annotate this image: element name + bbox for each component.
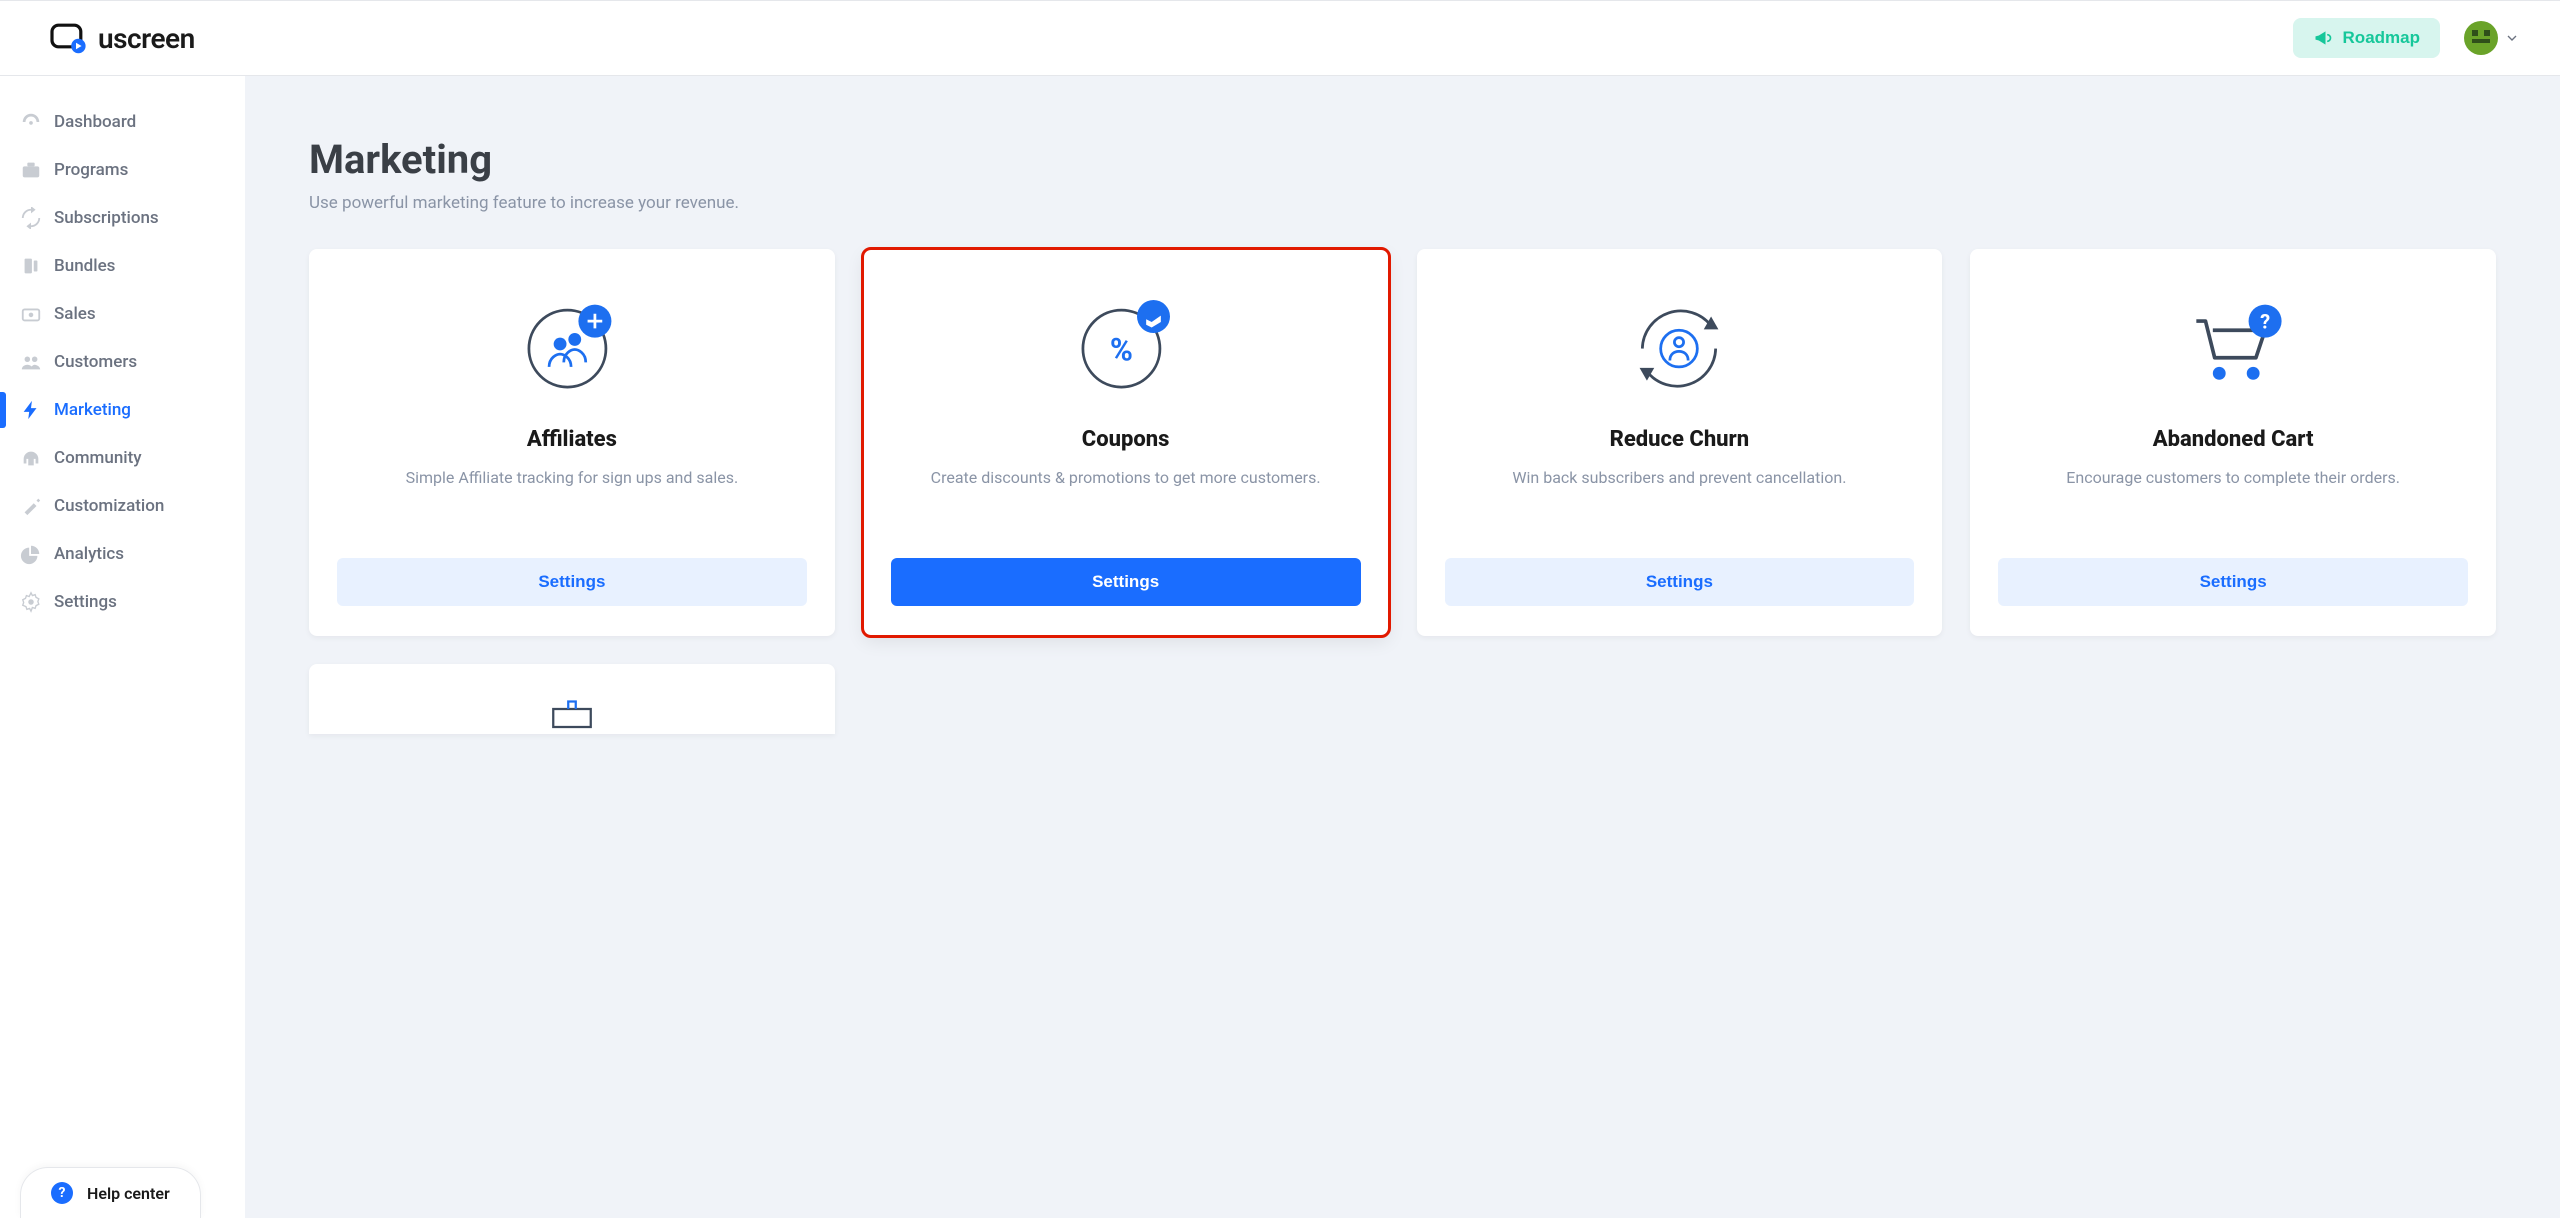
gear-icon [20, 591, 42, 613]
sidebar-item-label: Customization [54, 496, 164, 516]
partial-illustration-icon [527, 684, 617, 734]
bolt-icon [20, 399, 42, 421]
card-partial-next-row [309, 664, 835, 734]
svg-text:%: % [1110, 332, 1133, 369]
main-content: Marketing Use powerful marketing feature… [245, 76, 2560, 1218]
brand-logo[interactable]: uscreen [48, 22, 195, 55]
sidebar-item-label: Programs [54, 160, 128, 180]
sidebar-item-analytics[interactable]: Analytics [0, 530, 245, 578]
sidebar-item-label: Dashboard [54, 112, 136, 132]
money-icon [20, 303, 42, 325]
churn-illustration [1624, 289, 1734, 399]
avatar-icon [2464, 21, 2498, 55]
help-center-label: Help center [87, 1184, 170, 1203]
sidebar-item-sales[interactable]: Sales [0, 290, 245, 338]
pie-icon [20, 543, 42, 565]
megaphone-icon [2313, 28, 2333, 48]
card-title: Affiliates [527, 427, 617, 452]
card-affiliates: Affiliates Simple Affiliate tracking for… [309, 249, 835, 636]
card-coupons: % Coupons Create discounts & promotions … [863, 249, 1389, 636]
sidebar-item-label: Analytics [54, 544, 124, 564]
sidebar-item-label: Settings [54, 592, 117, 612]
help-center-button[interactable]: ? Help center [20, 1167, 201, 1218]
users-icon [20, 351, 42, 373]
account-menu[interactable] [2464, 21, 2520, 55]
chevron-down-icon [2504, 30, 2520, 46]
sidebar-item-customers[interactable]: Customers [0, 338, 245, 386]
marketing-cards: Affiliates Simple Affiliate tracking for… [309, 249, 2496, 636]
roadmap-label: Roadmap [2343, 28, 2420, 48]
brand-name: uscreen [98, 22, 195, 55]
sidebar-item-label: Sales [54, 304, 96, 324]
layout: Dashboard Programs Subscriptions Bundles [0, 76, 2560, 1218]
sidebar-item-customization[interactable]: Customization [0, 482, 245, 530]
sidebar-item-label: Bundles [54, 256, 115, 276]
sidebar-item-label: Customers [54, 352, 137, 372]
sidebar: Dashboard Programs Subscriptions Bundles [0, 76, 245, 1218]
magic-icon [20, 495, 42, 517]
card-settings-button[interactable]: Settings [1998, 558, 2468, 606]
sidebar-item-label: Community [54, 448, 142, 468]
sidebar-item-settings[interactable]: Settings [0, 578, 245, 626]
topbar: uscreen Roadmap [0, 0, 2560, 76]
card-abandoned-cart: ? Abandoned Cart Encourage customers to … [1970, 249, 2496, 636]
help-icon: ? [51, 1182, 73, 1204]
cart-illustration: ? [2178, 289, 2288, 399]
sidebar-item-label: Marketing [54, 400, 131, 420]
roadmap-button[interactable]: Roadmap [2293, 18, 2440, 58]
card-desc: Win back subscribers and prevent cancell… [1512, 466, 1846, 536]
card-desc: Create discounts & promotions to get mor… [931, 466, 1321, 536]
card-settings-button[interactable]: Settings [891, 558, 1361, 606]
card-title: Abandoned Cart [2153, 427, 2314, 452]
card-settings-button[interactable]: Settings [337, 558, 807, 606]
sidebar-item-marketing[interactable]: Marketing [0, 386, 245, 434]
sidebar-item-bundles[interactable]: Bundles [0, 242, 245, 290]
card-settings-button[interactable]: Settings [1445, 558, 1915, 606]
stack-icon [20, 255, 42, 277]
refresh-icon [20, 207, 42, 229]
briefcase-icon [20, 159, 42, 181]
page-title: Marketing [309, 136, 2496, 183]
card-title: Coupons [1082, 427, 1170, 452]
logo-mark-icon [48, 22, 88, 54]
card-reduce-churn: Reduce Churn Win back subscribers and pr… [1417, 249, 1943, 636]
headset-icon [20, 447, 42, 469]
card-desc: Simple Affiliate tracking for sign ups a… [406, 466, 739, 536]
svg-text:?: ? [2260, 309, 2270, 333]
sidebar-item-dashboard[interactable]: Dashboard [0, 98, 245, 146]
page-subtitle: Use powerful marketing feature to increa… [309, 193, 2496, 213]
gauge-icon [20, 111, 42, 133]
sidebar-item-subscriptions[interactable]: Subscriptions [0, 194, 245, 242]
card-desc: Encourage customers to complete their or… [2066, 466, 2400, 536]
sidebar-item-community[interactable]: Community [0, 434, 245, 482]
sidebar-item-label: Subscriptions [54, 208, 159, 228]
card-title: Reduce Churn [1610, 427, 1750, 452]
coupons-illustration: % [1071, 289, 1181, 399]
sidebar-item-programs[interactable]: Programs [0, 146, 245, 194]
topbar-right: Roadmap [2293, 18, 2520, 58]
affiliates-illustration [517, 289, 627, 399]
